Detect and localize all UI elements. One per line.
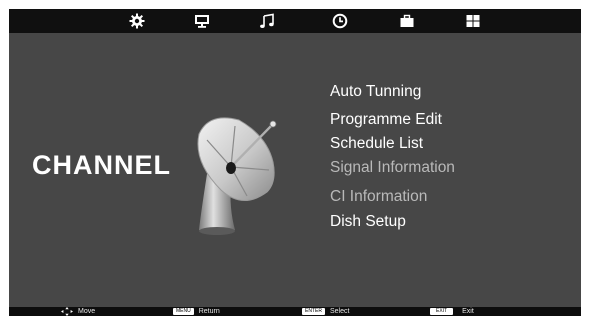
page-title: CHANNEL	[32, 150, 171, 180]
key-hint-bar: Move MENU Return ENTER Select EXIT Exit	[9, 307, 581, 316]
tv-menu-screen: CHANNEL Auto Tunning Programme Edit Sche…	[9, 9, 581, 316]
clock-icon	[332, 13, 348, 29]
hint-select: ENTER Select	[302, 307, 349, 316]
tab-picture[interactable]	[122, 9, 152, 33]
menu-tab-bar	[9, 9, 581, 33]
briefcase-icon	[400, 14, 414, 27]
tab-time[interactable]	[325, 9, 355, 33]
tab-lock[interactable]	[392, 9, 422, 33]
hint-return: MENU Return	[173, 307, 220, 316]
enter-key-badge: ENTER	[302, 308, 325, 315]
hint-move: Move	[60, 307, 95, 316]
select-label: Select	[329, 308, 350, 315]
menu-key-badge: MENU	[173, 308, 194, 315]
exit-key-badge: EXIT	[430, 308, 454, 315]
return-label: Return	[198, 308, 220, 315]
four-way-arrows-icon	[61, 307, 73, 316]
menu-item-schedule-list[interactable]: Schedule List	[330, 135, 423, 153]
gear-icon	[129, 13, 145, 29]
menu-item-signal-information: Signal Information	[330, 159, 455, 176]
monitor-icon	[195, 15, 209, 28]
music-note-icon	[260, 13, 274, 28]
tab-setup[interactable]	[458, 9, 488, 33]
tab-display[interactable]	[187, 9, 217, 33]
menu-item-ci-information: CI Information	[330, 188, 428, 205]
menu-item-programme-edit[interactable]: Programme Edit	[330, 111, 442, 129]
grid-icon	[466, 15, 480, 27]
move-label: Move	[78, 308, 96, 315]
exit-label: Exit	[462, 308, 474, 315]
menu-item-auto-tunning[interactable]: Auto Tunning	[330, 83, 421, 101]
tab-sound[interactable]	[252, 9, 282, 33]
menu-item-dish-setup[interactable]: Dish Setup	[330, 213, 406, 231]
hint-exit: EXIT Exit	[430, 307, 474, 316]
satellite-dish-icon	[197, 117, 277, 235]
